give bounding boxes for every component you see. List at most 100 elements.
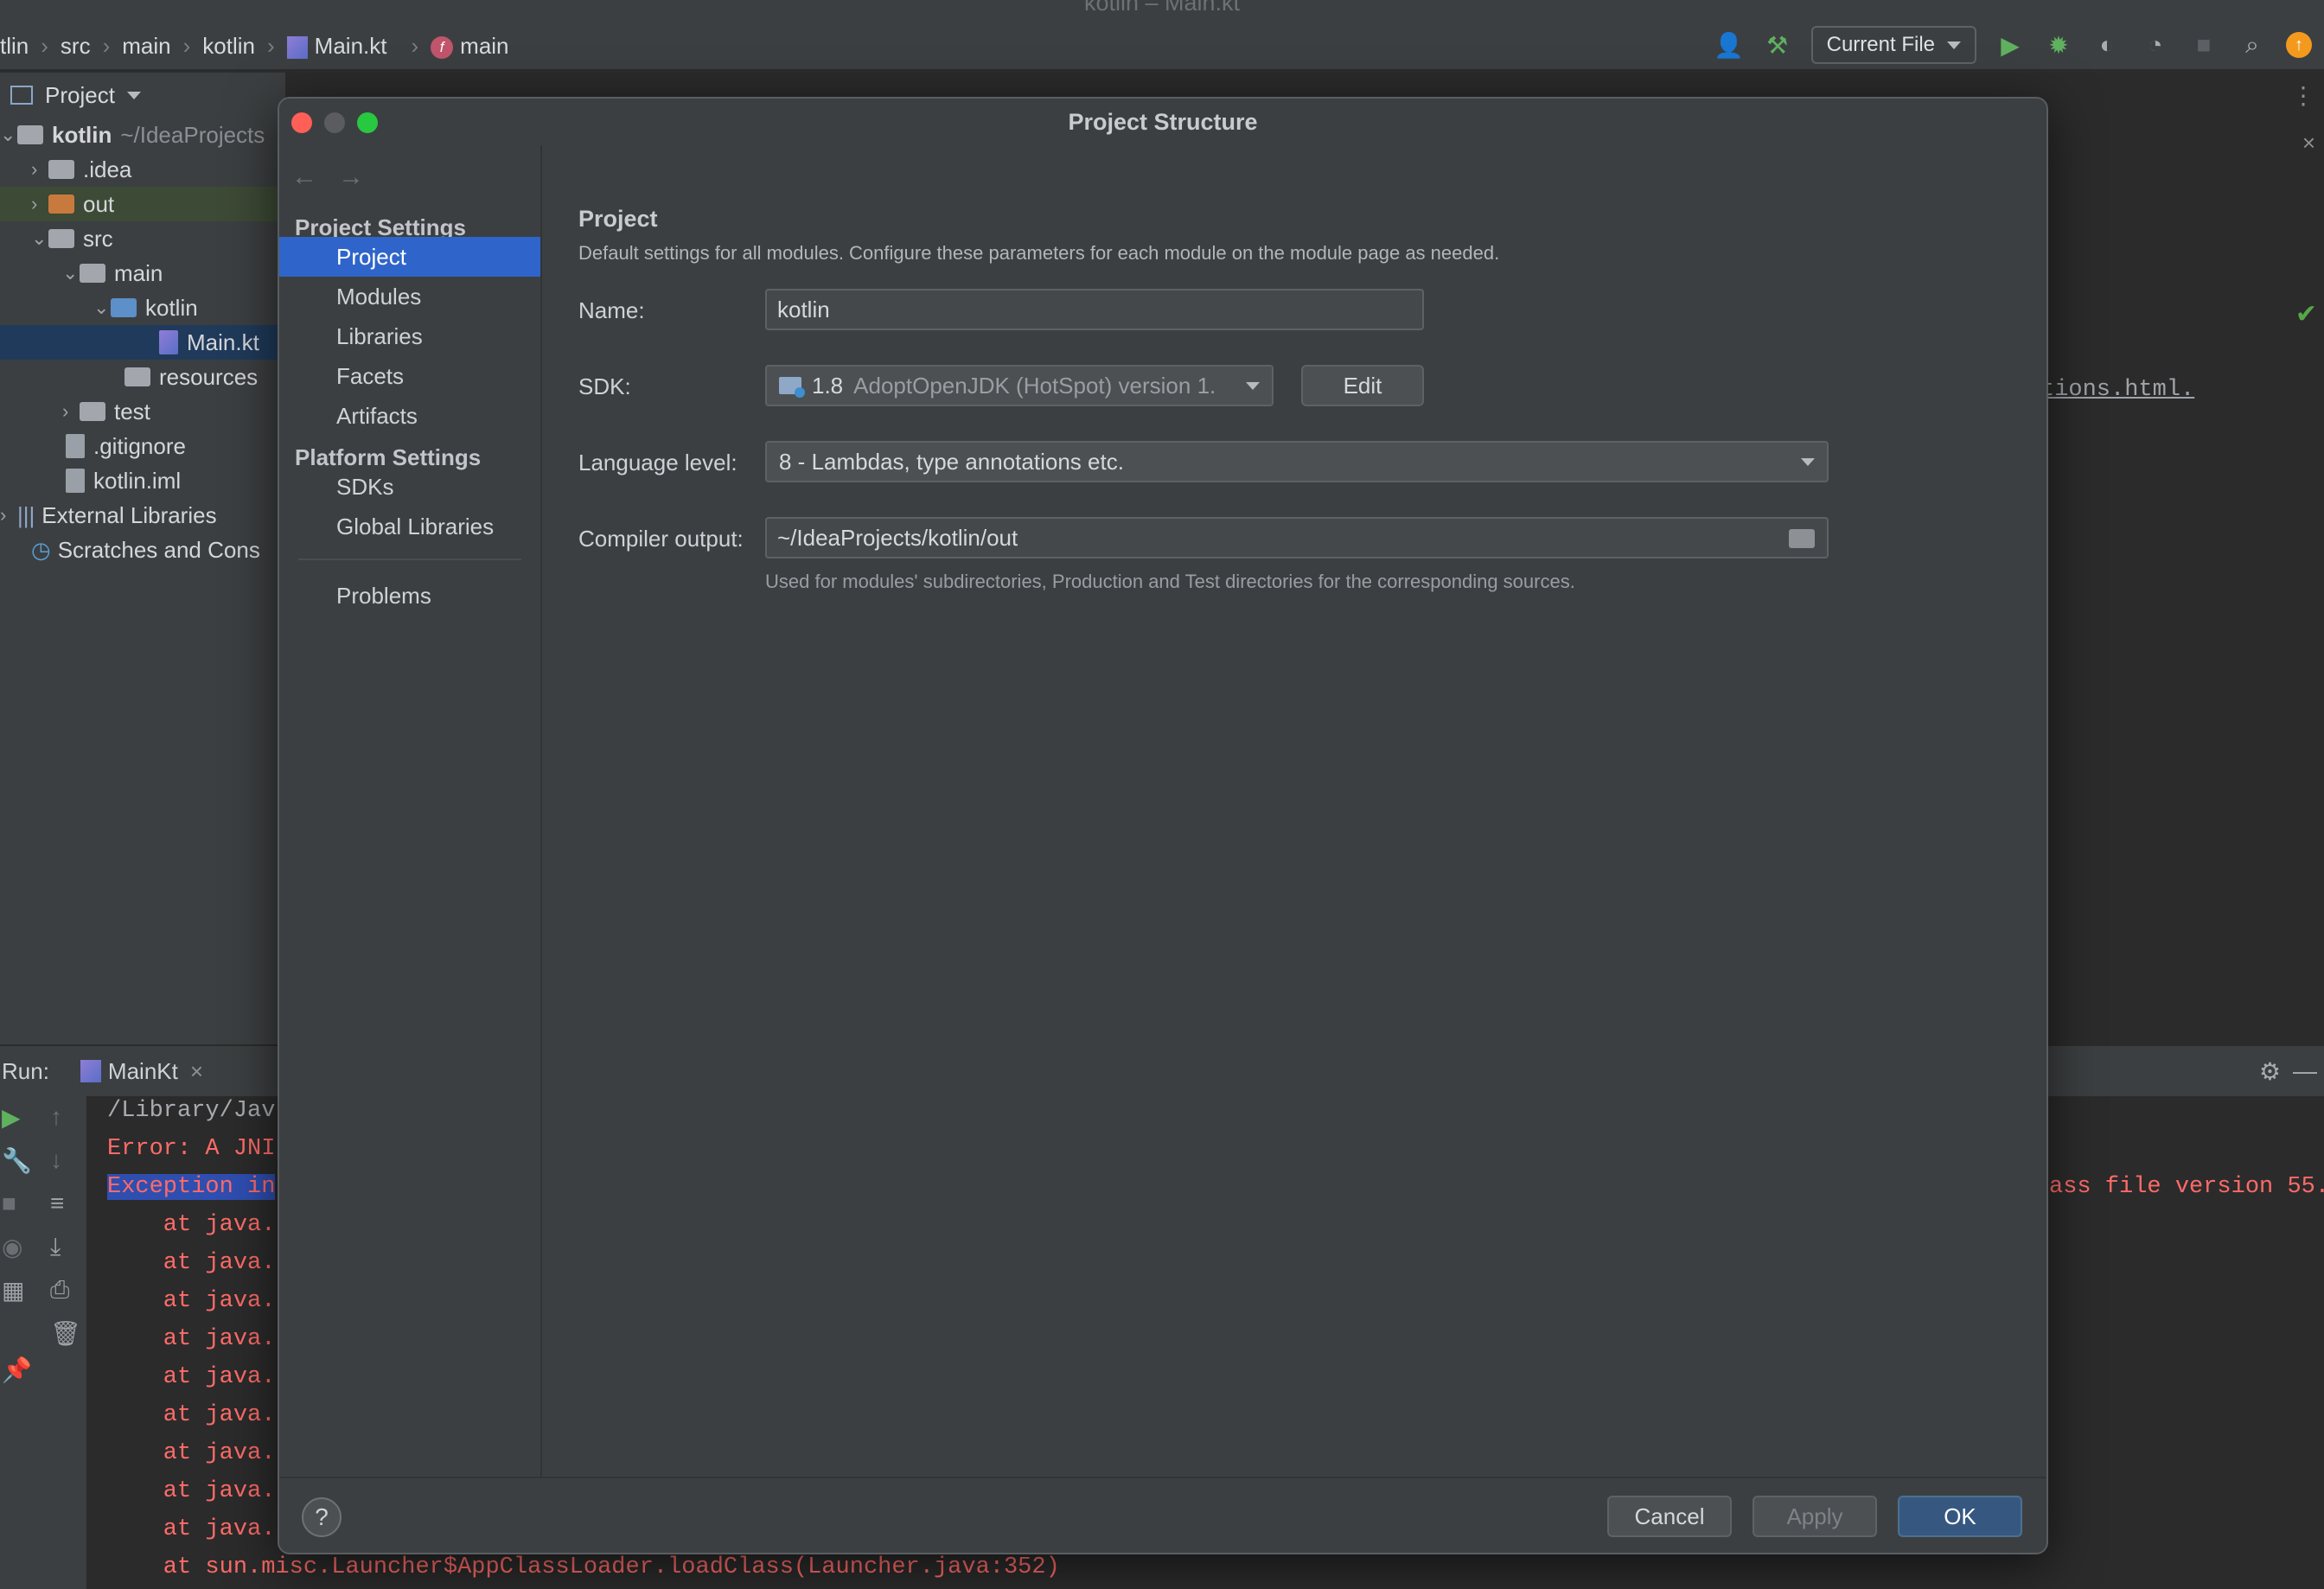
sidebar-item-sdks[interactable]: SDKs	[279, 467, 540, 507]
stop-icon[interactable]: ■	[2, 1190, 16, 1217]
tree-root[interactable]: ⌄ kotlin ~/IdeaProjects	[0, 118, 265, 152]
project-tree: ⌄ kotlin ~/IdeaProjects › .idea › out ⌄ …	[0, 118, 285, 1044]
crumb-main[interactable]: main	[122, 33, 170, 60]
name-field[interactable]: kotlin	[765, 289, 1424, 330]
close-icon[interactable]: ×	[190, 1058, 203, 1085]
tree-test[interactable]: › test	[62, 394, 150, 429]
function-icon: f	[431, 36, 454, 60]
folder-icon	[48, 160, 74, 179]
layout-icon[interactable]: ▦	[2, 1276, 24, 1305]
main-toolbar: 👤 ⚒ Current File ▶ ✹ ◐ ◔ ■ ⌕ ↑	[1714, 26, 2324, 64]
tree-out[interactable]: › out	[0, 187, 285, 221]
stop-icon[interactable]: ■	[2189, 30, 2219, 60]
folder-icon	[48, 229, 74, 248]
build-hammer-icon[interactable]: ⚒	[1763, 30, 1792, 60]
chevron-right-icon: ›	[31, 193, 38, 214]
kotlin-file-icon	[80, 1060, 101, 1082]
close-icon[interactable]: ×	[2302, 130, 2315, 156]
up-arrow-icon[interactable]: ↑	[50, 1103, 62, 1131]
print-icon[interactable]: ⎙	[50, 1276, 69, 1305]
dialog-sidebar: ← → Project Settings Project Modules Lib…	[279, 145, 542, 1477]
wrench-icon[interactable]: 🔧	[2, 1146, 32, 1175]
search-icon[interactable]: ⌕	[2238, 30, 2267, 60]
compiler-output-value: ~/IdeaProjects/kotlin/out	[777, 524, 1018, 551]
crumb-main-fn[interactable]: f main	[431, 33, 520, 60]
dialog-titlebar: Project Structure	[279, 99, 2046, 145]
crumb-src[interactable]: src	[61, 33, 91, 60]
camera-icon[interactable]: ◉	[2, 1233, 22, 1261]
sdk-folder-icon	[779, 377, 805, 398]
crumb-root[interactable]: tlin	[0, 33, 29, 60]
tree-iml[interactable]: kotlin.iml	[66, 463, 181, 498]
chevron-right-icon: ›	[62, 400, 69, 422]
tree-src[interactable]: ⌄ src	[31, 221, 113, 256]
tree-main-kt[interactable]: Main.kt	[0, 325, 285, 360]
kotlin-file-icon	[286, 36, 308, 60]
folder-icon	[124, 367, 150, 386]
project-view-label[interactable]: Project	[45, 82, 115, 109]
run-config-selector[interactable]: Current File	[1810, 26, 1976, 64]
scroll-to-end-icon[interactable]: ⤓	[50, 1233, 61, 1261]
down-arrow-icon[interactable]: ↓	[50, 1146, 62, 1174]
editor-text-fragment: tions.html.	[2040, 377, 2195, 403]
console-line: at java.	[107, 1250, 276, 1276]
chevron-down-icon: ⌄	[93, 297, 110, 318]
file-icon	[66, 434, 85, 458]
project-view-icon	[10, 86, 33, 105]
tree-gitignore[interactable]: .gitignore	[66, 429, 186, 463]
tree-main[interactable]: ⌄ main	[62, 256, 163, 290]
sidebar-item-facets[interactable]: Facets	[279, 356, 540, 396]
breadcrumb: tlin › src › main › kotlin › Main.kt › f main	[0, 33, 533, 60]
sidebar-item-modules[interactable]: Modules	[279, 277, 540, 316]
tree-external-libraries[interactable]: › ||| External Libraries	[0, 498, 217, 533]
minimize-icon[interactable]: —	[2293, 1057, 2317, 1085]
rerun-icon[interactable]: ▶	[2, 1103, 21, 1132]
sidebar-item-problems[interactable]: Problems	[279, 576, 540, 616]
sidebar-item-artifacts[interactable]: Artifacts	[279, 396, 540, 436]
sidebar-item-project[interactable]: Project	[279, 237, 540, 277]
tree-resources[interactable]: resources	[124, 360, 258, 394]
sdk-edit-button[interactable]: Edit	[1301, 365, 1424, 406]
console-line: at java.	[107, 1212, 276, 1238]
profile-icon[interactable]: ◔	[2141, 30, 2170, 60]
folder-browse-icon[interactable]	[1789, 529, 1815, 548]
apply-button[interactable]: Apply	[1753, 1496, 1877, 1537]
debug-icon[interactable]: ✹	[2044, 30, 2073, 60]
ok-button[interactable]: OK	[1898, 1496, 2022, 1537]
pin-icon[interactable]: 📌	[2, 1356, 32, 1384]
forward-arrow-icon[interactable]: →	[338, 163, 364, 192]
compiler-output-field[interactable]: ~/IdeaProjects/kotlin/out	[765, 517, 1829, 558]
coverage-icon[interactable]: ◐	[2092, 30, 2122, 60]
crumb-main-kt[interactable]: Main.kt	[286, 33, 399, 60]
run-icon[interactable]: ▶	[1995, 30, 2025, 60]
language-level-combo[interactable]: 8 - Lambdas, type annotations etc.	[765, 441, 1829, 482]
more-icon[interactable]: ⋮	[2291, 81, 2315, 110]
trash-icon[interactable]: 🗑	[50, 1319, 81, 1348]
tree-idea[interactable]: › .idea	[31, 152, 131, 187]
tree-scratches[interactable]: ◷ Scratches and Cons	[31, 533, 260, 567]
gear-icon[interactable]: ⚙	[2259, 1057, 2281, 1086]
console-line: at java.	[107, 1364, 276, 1390]
console-line: at java.	[107, 1288, 276, 1314]
sidebar-item-global-libraries[interactable]: Global Libraries	[279, 507, 540, 546]
update-icon[interactable]: ↑	[2286, 32, 2312, 58]
sidebar-item-libraries[interactable]: Libraries	[279, 316, 540, 356]
chevron-down-icon[interactable]	[126, 91, 141, 99]
cancel-button[interactable]: Cancel	[1607, 1496, 1732, 1537]
compiler-output-label: Compiler output:	[578, 526, 744, 552]
help-button[interactable]: ?	[302, 1497, 342, 1537]
chevron-right-icon: ›	[0, 504, 7, 526]
sdk-combo[interactable]: 1.8 AdoptOpenJDK (HotSpot) version 1.	[765, 365, 1274, 406]
tree-kotlin[interactable]: ⌄ kotlin	[93, 290, 198, 325]
console-line: Exception in	[107, 1174, 276, 1200]
vcs-user-icon[interactable]: 👤	[1714, 30, 1744, 60]
dialog-content: Project Default settings for all modules…	[542, 145, 2046, 1477]
project-structure-dialog: Project Structure ← → Project Settings P…	[278, 97, 2048, 1554]
back-arrow-icon[interactable]: ←	[291, 163, 317, 192]
crumb-kotlin[interactable]: kotlin	[202, 33, 255, 60]
language-level-value: 8 - Lambdas, type annotations etc.	[779, 448, 1124, 475]
console-line: at java.	[107, 1478, 276, 1504]
run-tab-mainkt[interactable]: MainKt	[108, 1058, 178, 1085]
soft-wrap-icon[interactable]: ≡	[50, 1190, 64, 1217]
console-line: at java.	[107, 1402, 276, 1428]
